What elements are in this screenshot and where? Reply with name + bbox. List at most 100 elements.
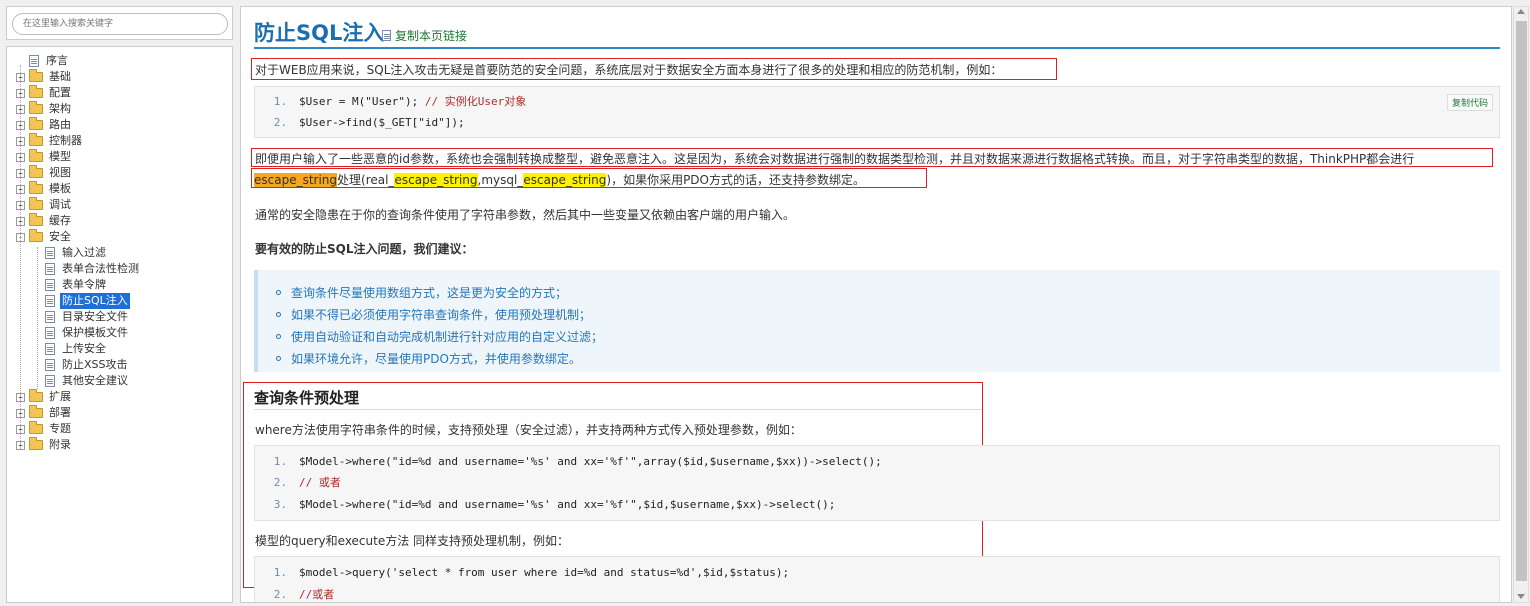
tree-item[interactable]: + 模板 [16,181,73,197]
section-divider [254,409,982,410]
folder-icon [29,213,43,226]
tree-item[interactable]: + 基础 [16,69,73,85]
code-line: 1. $Model->where("id=%d and username='%s'… [273,455,882,468]
tree-item-label: 表单令牌 [62,278,106,291]
page-title: 防止SQL注入 [254,21,385,45]
tree-item[interactable]: 防止XSS攻击 [45,357,130,373]
title-divider [254,47,1500,49]
folder-icon [29,389,43,402]
code-line: 2.// 或者 [273,476,341,489]
document-icon [45,359,55,371]
tree-item[interactable]: 表单令牌 [45,277,108,293]
vertical-scrollbar[interactable] [1513,6,1529,603]
tree-item-label: 架构 [49,102,71,115]
tree-item[interactable]: + 调试 [16,197,73,213]
intro-paragraph: 对于WEB应用来说，SQL注入攻击无疑是首要防范的安全问题，系统底层对于数据安全… [255,63,1003,77]
tree-item-label: 模型 [49,150,71,163]
folder-icon [29,229,43,242]
tree-item-label: 视图 [49,166,71,179]
tree-item-label: 基础 [49,70,71,83]
tree-item-label: 模板 [49,182,71,195]
tree-item-label: 配置 [49,86,71,99]
tree-item-label: 缓存 [49,214,71,227]
tree-item[interactable]: + 缓存 [16,213,73,229]
code-block-2: 1. $Model->where("id=%d and username='%s'… [254,445,1500,521]
folder-icon [29,101,43,114]
code-line: 2.//或者 [273,588,335,601]
tree-item-label: 控制器 [49,134,82,147]
highlight: escape_string [394,173,478,187]
document-icon [45,311,55,323]
tree-item[interactable]: + 扩展 [16,389,73,405]
paragraph-3: 通常的安全隐患在于你的查询条件使用了字符串参数，然后其中一些变量又依赖由客户端的… [255,208,796,222]
paragraph-5: where方法使用字符串条件的时候，支持预处理（安全过滤），并支持两种方式传入预… [255,423,802,437]
scroll-thumb[interactable] [1516,21,1527,581]
tree-item[interactable]: + 部署 [16,405,73,421]
tree-item[interactable]: 其他安全建议 [45,373,130,389]
tree-item[interactable]: + 专题 [16,421,73,437]
document-icon [45,247,55,259]
tree-item-label: 安全 [49,230,71,243]
folder-icon [29,117,43,130]
folder-icon [29,421,43,434]
paragraph-2-line-1: 即便用户输入了一些恶意的id参数，系统也会强制转换成整型，避免恶意注入。这是因为… [255,152,1415,166]
tree-guide-line [20,65,21,449]
tree-item[interactable]: 上传安全 [45,341,108,357]
search-input[interactable] [12,13,228,35]
folder-icon [29,197,43,210]
scroll-up-icon[interactable] [1517,9,1525,14]
folder-icon [29,405,43,418]
tree-item[interactable]: 防止SQL注入 [45,293,130,309]
tree-item-label: 路由 [49,118,71,131]
list-item: 如果环境允许，尽量使用PDO方式，并使用参数绑定。 [276,350,581,367]
search-box [6,6,233,40]
tree-item-label: 扩展 [49,390,71,403]
copy-code-button[interactable]: 复制代码 [1446,94,1493,111]
folder-icon [29,437,43,450]
tree-item[interactable]: + 路由 [16,117,73,133]
copy-page-link-label: 复制本页链接 [395,29,468,43]
doc-tree: 序言 + 基础 + 配置 + 架构 + 路由 + 控制器 + 模型 + 视图 + 模板 + 调试 + 缓存 - 安全 输入过滤… [6,46,233,603]
document-icon [45,327,55,339]
tree-item[interactable]: 目录安全文件 [45,309,130,325]
tree-item-label: 保护模板文件 [62,326,128,339]
tree-item[interactable]: + 视图 [16,165,73,181]
tree-item[interactable]: + 控制器 [16,133,84,149]
tree-item-label: 上传安全 [62,342,106,355]
sidebar: 序言 +基础+配置+架构+路由+控制器+模型+视图+模板+调试+缓存-安全输入过滤… [6,6,233,603]
paragraph-6: 模型的query和execute方法 同样支持预处理机制，例如： [255,534,570,548]
suggestion-list: 查询条件尽量使用数组方式，这是更为安全的方式； 如果不得已必须使用字符串查询条件… [254,270,1500,372]
document-icon [45,343,55,355]
code-line: 1. $User = M("User"); // 实例化User对象 [273,95,527,108]
paragraph-2-line-2: escape_string处理(real_escape_string,mysql… [254,173,865,187]
highlight: escape_string [523,173,607,187]
list-item: 如果不得已必须使用字符串查询条件，使用预处理机制； [276,306,591,323]
document-icon [45,295,55,307]
tree-item[interactable]: 输入过滤 [45,245,108,261]
paragraph-4: 要有效的防止SQL注入问题，我们建议： [255,242,474,256]
folder-icon [29,149,43,162]
tree-item-label: 输入过滤 [62,246,106,259]
tree-item[interactable]: 序言 [29,53,70,69]
tree-item-label: 防止XSS攻击 [62,358,128,371]
tree-item[interactable]: 保护模板文件 [45,325,130,341]
tree-item[interactable]: + 模型 [16,149,73,165]
tree-item-label: 专题 [49,422,71,435]
document-icon [45,375,55,387]
tree-item-label: 防止SQL注入 [60,293,130,309]
tree-item[interactable]: + 架构 [16,101,73,117]
main-content: 防止SQL注入 复制本页链接 对于WEB应用来说，SQL注入攻击无疑是首要防范的… [240,6,1512,603]
code-line: 3. $Model->where("id=%d and username='%s'… [273,498,836,511]
tree-item[interactable]: + 附录 [16,437,73,453]
scroll-down-icon[interactable] [1517,594,1525,599]
tree-item-label: 附录 [49,438,71,451]
tree-item[interactable]: - 安全 [16,229,73,245]
document-icon [382,30,391,41]
tree-item[interactable]: + 配置 [16,85,73,101]
code-line: 2. $User->find($_GET["id"]); [273,116,465,129]
tree-item[interactable]: 表单合法性检测 [45,261,141,277]
tree-item-label: 调试 [49,198,71,211]
code-block-1: 复制代码 1. $User = M("User"); // 实例化User对象 2… [254,86,1500,138]
copy-page-link[interactable]: 复制本页链接 [382,27,467,44]
document-icon [29,55,39,67]
